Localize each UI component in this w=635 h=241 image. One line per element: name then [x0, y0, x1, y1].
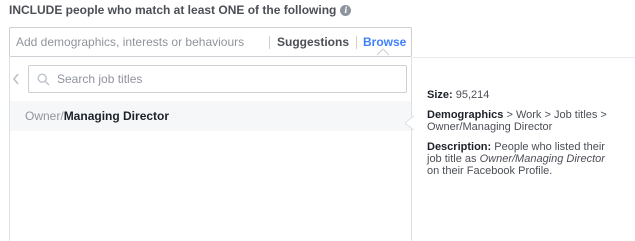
description-line: Description: People who listed their job…: [427, 141, 617, 177]
job-title-search-input[interactable]: Search job titles: [57, 66, 142, 92]
targeting-heading-text: INCLUDE people who match at least ONE of…: [9, 3, 337, 17]
divider: [412, 57, 635, 58]
divider: [269, 36, 270, 49]
result-path: Owner/: [25, 109, 64, 123]
result-label: Owner/Managing Director: [25, 101, 169, 131]
result-name: Managing Director: [63, 109, 170, 123]
job-title-search-box[interactable]: Search job titles: [28, 65, 407, 93]
category-label: Demographics: [427, 109, 504, 121]
tooltip-pointer: [405, 115, 415, 131]
description-title: Owner/Managing Director: [479, 153, 605, 165]
caret-up-icon: [376, 48, 390, 56]
search-icon: [37, 73, 50, 86]
description-label: Description:: [427, 141, 492, 153]
description-post: on their Facebook Profile.: [427, 165, 553, 177]
targeting-heading: INCLUDE people who match at least ONE of…: [9, 3, 352, 17]
suggestions-button[interactable]: Suggestions: [277, 28, 349, 56]
browse-dropdown: Search job titles Owner/Managing Directo…: [9, 57, 412, 241]
size-value: 95,214: [455, 89, 490, 101]
divider: [356, 36, 357, 49]
detail-panel: Size: 95,214 Demographics > Work > Job t…: [427, 89, 617, 185]
chevron-left-icon[interactable]: [12, 72, 20, 86]
category-line: Demographics > Work > Job titles > Owner…: [427, 109, 617, 133]
list-item[interactable]: Owner/Managing Director: [10, 101, 411, 131]
detailed-targeting-input[interactable]: Add demographics, interests or behaviour…: [16, 28, 244, 56]
detailed-targeting-box[interactable]: Add demographics, interests or behaviour…: [9, 27, 412, 57]
size-label: Size:: [427, 89, 453, 101]
info-icon[interactable]: i: [340, 4, 352, 16]
size-line: Size: 95,214: [427, 89, 617, 101]
